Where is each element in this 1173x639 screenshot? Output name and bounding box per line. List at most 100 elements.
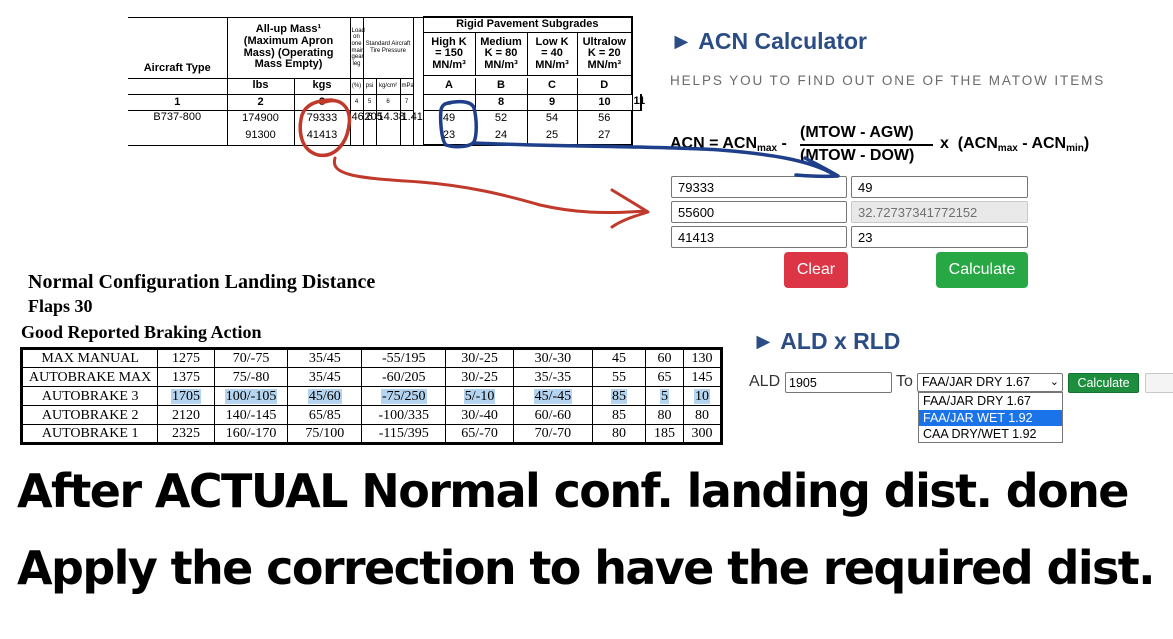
formula-numerator: (MTOW - AGW) — [800, 124, 914, 141]
landing-value-cell: 2325 — [157, 424, 215, 444]
header-subgrade-c: Low K = 40 MN/m³ — [527, 32, 578, 77]
red-arrowhead-annotation — [610, 188, 650, 229]
landing-mode-cell: AUTOBRAKE 1 — [20, 424, 159, 444]
unit-kgs: kgs — [294, 78, 351, 95]
caption-line-1: After ACTUAL Normal conf. landing dist. … — [17, 464, 1129, 518]
landing-value-cell: 30/-40 — [445, 405, 514, 425]
dow-input[interactable] — [671, 226, 847, 248]
landing-mode-cell: AUTOBRAKE MAX — [20, 367, 159, 387]
highlighted-value: 5/-10 — [463, 388, 496, 404]
header-subgrade-b: Medium K = 80 MN/m³ — [475, 32, 528, 77]
landing-title: Normal Configuration Landing Distance — [28, 271, 376, 293]
mtow-input[interactable] — [671, 176, 847, 198]
header-tire-pressure: Standard Aircraft Tire Pressure — [363, 16, 414, 79]
landing-value-cell: 30/-25 — [445, 348, 514, 368]
acn-calculate-button[interactable]: Calculate — [936, 252, 1028, 288]
factor-select[interactable]: FAA/JAR DRY 1.67 ⌄ — [917, 373, 1063, 392]
landing-value-cell: 35/45 — [287, 367, 363, 387]
table-row: MAX MANUAL 1275 70/-75 35/45 -55/195 30/-25 30… — [20, 348, 723, 368]
landing-mode-cell: MAX MANUAL — [20, 348, 159, 368]
highlighted-value: 10 — [693, 388, 710, 404]
colnum-6: 6 — [376, 94, 401, 111]
chevron-down-icon: ⌄ — [1049, 376, 1059, 388]
highlighted-value: 1705 — [170, 388, 201, 404]
acn-max-input[interactable] — [851, 176, 1028, 198]
option-faa-jar-wet[interactable]: FAA/JAR WET 1.92 — [919, 409, 1062, 426]
unit-pct: (%) — [350, 78, 364, 95]
row2-kgs: 41413 — [294, 127, 351, 146]
row1-mpa: 1.41 — [400, 110, 423, 146]
landing-value-cell: 160/-170 — [213, 424, 289, 444]
ald-rld-title: ► ALD x RLD — [752, 328, 901, 354]
highlighted-value: 100/-105 — [224, 388, 278, 404]
acn-min-input[interactable] — [851, 226, 1028, 248]
landing-value-cell: 1375 — [157, 367, 215, 387]
ald-input[interactable] — [785, 372, 892, 393]
colnum-10: 10 — [577, 94, 633, 111]
code-d: D — [577, 78, 634, 95]
table-row: AUTOBRAKE 1 2325 160/-170 75/100 -115/395 65/… — [20, 424, 723, 444]
landing-table-body: MAX MANUAL 1275 70/-75 35/45 -55/195 30/-25 30… — [20, 348, 723, 444]
unit-lbs: lbs — [227, 78, 295, 95]
landing-value-cell: 45/-45 — [512, 386, 593, 406]
formula-rhs: x (ACNmax - ACNmin) — [940, 135, 1090, 154]
landing-value-cell: 80 — [682, 405, 723, 425]
highlighted-value: 85 — [610, 388, 627, 404]
row1-acn-b: 52 — [475, 110, 528, 128]
row2-acn-b: 24 — [475, 127, 528, 147]
to-label: To — [896, 373, 913, 390]
unit-mpa: mPa — [400, 78, 414, 95]
landing-flaps: Flaps 30 — [28, 296, 93, 316]
clear-button[interactable]: Clear — [784, 252, 848, 288]
formula-denominator: (MTOW - DOW) — [800, 147, 915, 164]
landing-value-cell: 80 — [645, 405, 684, 425]
landing-value-cell: 70/-70 — [512, 424, 593, 444]
ald-calculate-button[interactable]: Calculate — [1068, 373, 1139, 393]
ald-label: ALD — [749, 373, 781, 390]
code-a: A — [422, 78, 476, 95]
table-row: AUTOBRAKE MAX 1375 75/-80 35/45 -60/205 30/-2… — [20, 367, 723, 387]
header-mass: All-up Mass¹ (Maximum Apron Mass) (Opera… — [227, 16, 351, 79]
unit-kgcm2: kg/cm² — [376, 78, 401, 95]
option-faa-jar-dry[interactable]: FAA/JAR DRY 1.67 — [919, 393, 1062, 410]
landing-value-cell: 65/85 — [287, 405, 363, 425]
colnum-2: 2 — [227, 94, 295, 111]
code-c: C — [527, 78, 578, 95]
landing-value-cell: 10 — [682, 386, 723, 406]
colnum-8: 8 — [474, 94, 528, 111]
landing-value-cell: -100/335 — [361, 405, 447, 425]
landing-value-cell: 145 — [682, 367, 723, 387]
row2-acn-d: 27 — [577, 127, 634, 147]
landing-value-cell: -75/250 — [361, 386, 447, 406]
header-subgrade-d: Ultralow K = 20 MN/m³ — [577, 32, 634, 77]
landing-value-cell: 130 — [682, 348, 723, 368]
landing-value-cell: 1705 — [157, 386, 215, 406]
colnum-11: 11 — [632, 94, 645, 111]
landing-value-cell: 35/45 — [287, 348, 363, 368]
landing-value-cell: -55/195 — [361, 348, 447, 368]
highlighted-value: 45/-45 — [533, 388, 573, 404]
clipped-button[interactable] — [1145, 373, 1173, 393]
landing-value-cell: 45/60 — [287, 386, 363, 406]
highlighted-value: 45/60 — [307, 388, 342, 404]
landing-value-cell: 1275 — [157, 348, 215, 368]
agw-input[interactable] — [671, 201, 847, 223]
landing-value-cell: 70/-75 — [213, 348, 289, 368]
spacer-cell — [423, 94, 476, 111]
landing-value-cell: 85 — [591, 386, 647, 406]
landing-distance-table: MAX MANUAL 1275 70/-75 35/45 -55/195 30/-25 30… — [20, 347, 723, 445]
caption-line-2: Apply the correction to have the require… — [17, 541, 1156, 595]
table-row: AUTOBRAKE 3 1705 100/-105 45/60 -75/250 5/-10… — [20, 386, 723, 406]
acn-formula: ACN = ACNmax - (MTOW - AGW) (MTOW - DOW)… — [670, 123, 1110, 167]
row2-acn-c: 25 — [527, 127, 578, 147]
landing-value-cell: 5 — [645, 386, 684, 406]
landing-value-cell: 35/-35 — [512, 367, 593, 387]
colnum-9: 9 — [527, 94, 578, 111]
landing-value-cell: 75/100 — [287, 424, 363, 444]
landing-braking: Good Reported Braking Action — [21, 322, 262, 342]
row-aircraft: B737-800 — [128, 110, 228, 146]
landing-value-cell: 85 — [591, 405, 647, 425]
option-caa-dry-wet[interactable]: CAA DRY/WET 1.92 — [919, 426, 1062, 443]
landing-value-cell: 60/-60 — [512, 405, 593, 425]
colnum-1: 1 — [128, 94, 228, 111]
